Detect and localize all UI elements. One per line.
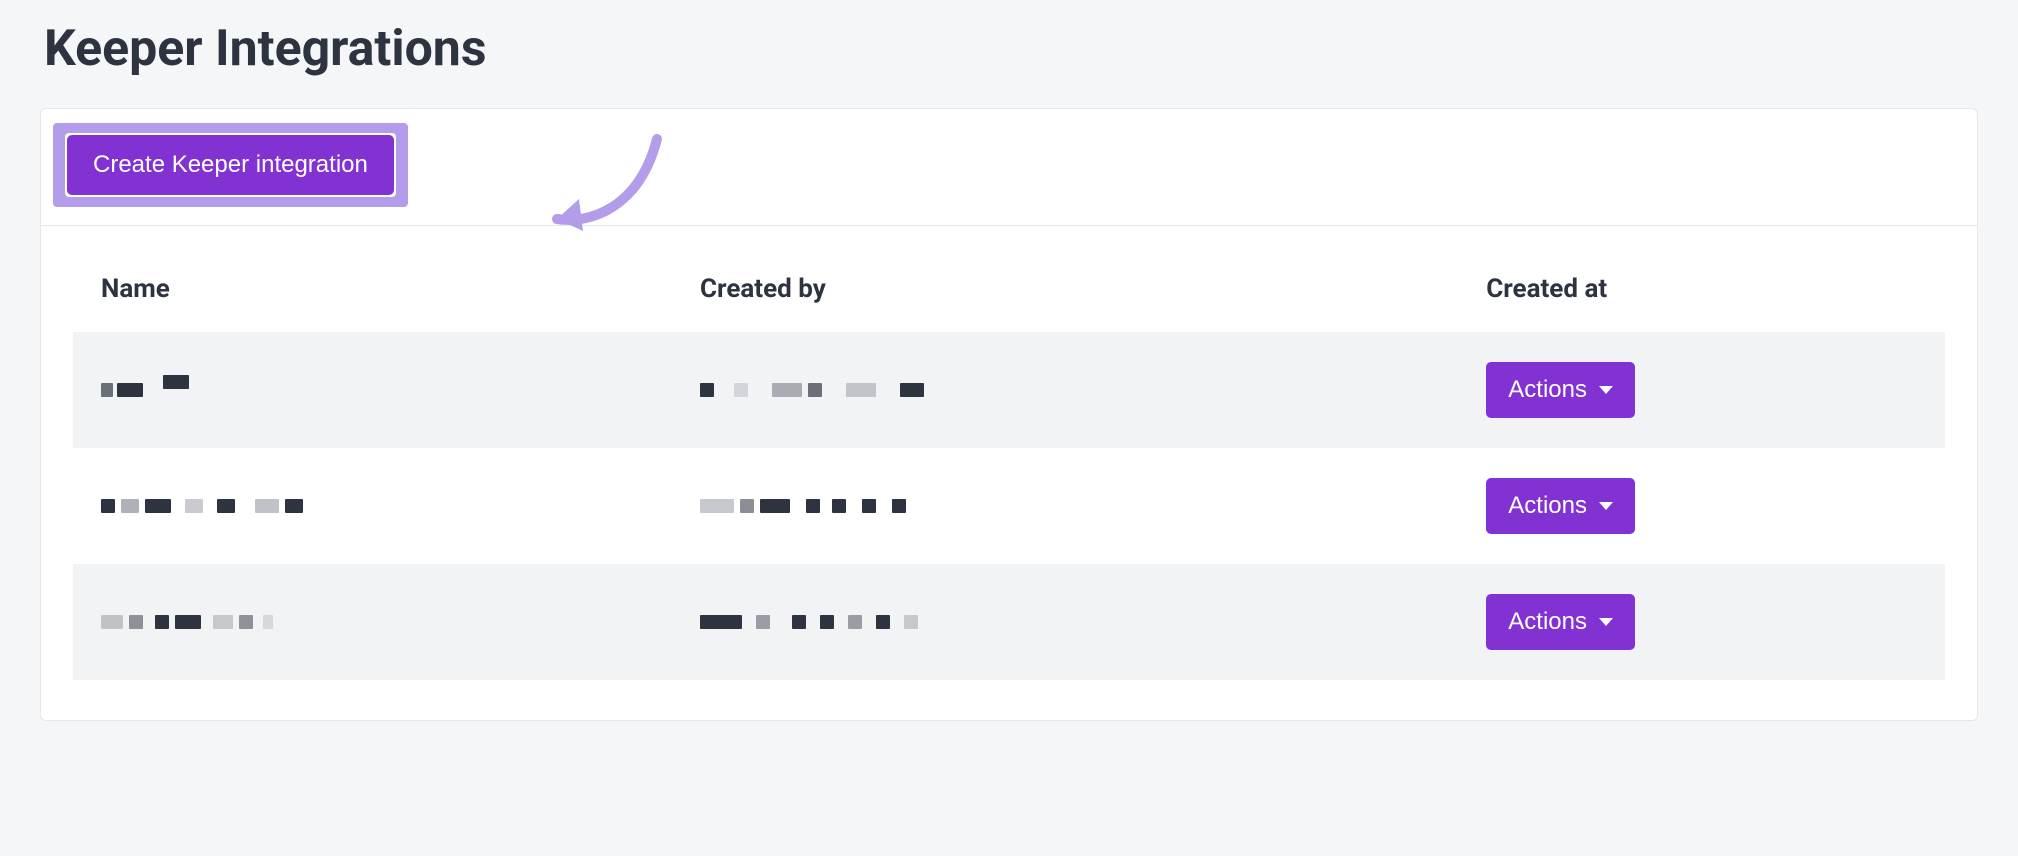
annotation-arrow-icon [539,119,679,239]
integrations-table: Name Created by Created at [73,254,1945,680]
redacted-created-by [700,383,1430,397]
actions-label: Actions [1508,492,1587,520]
integrations-card: Create Keeper integration Name Created b… [40,108,1978,721]
annotation-highlight: Create Keeper integration [53,123,408,207]
redacted-name [101,615,644,629]
create-integration-button[interactable]: Create Keeper integration [67,135,394,195]
actions-dropdown-button[interactable]: Actions [1486,594,1635,650]
column-header-created-at: Created at [1458,254,1945,332]
chevron-down-icon [1599,618,1613,626]
chevron-down-icon [1599,386,1613,394]
column-header-created-by: Created by [672,254,1458,332]
page-title: Keeper Integrations [44,20,1978,78]
section-divider [41,225,1977,226]
table-row: Actions [73,448,1945,564]
redacted-name [101,499,644,513]
table-row: Actions [73,332,1945,448]
redacted-created-by [700,615,1430,629]
actions-label: Actions [1508,376,1587,404]
actions-dropdown-button[interactable]: Actions [1486,478,1635,534]
actions-label: Actions [1508,608,1587,636]
column-header-name: Name [73,254,672,332]
actions-dropdown-button[interactable]: Actions [1486,362,1635,418]
chevron-down-icon [1599,502,1613,510]
redacted-created-by [700,499,1430,513]
redacted-name [101,383,644,397]
table-row: Actions [73,564,1945,680]
